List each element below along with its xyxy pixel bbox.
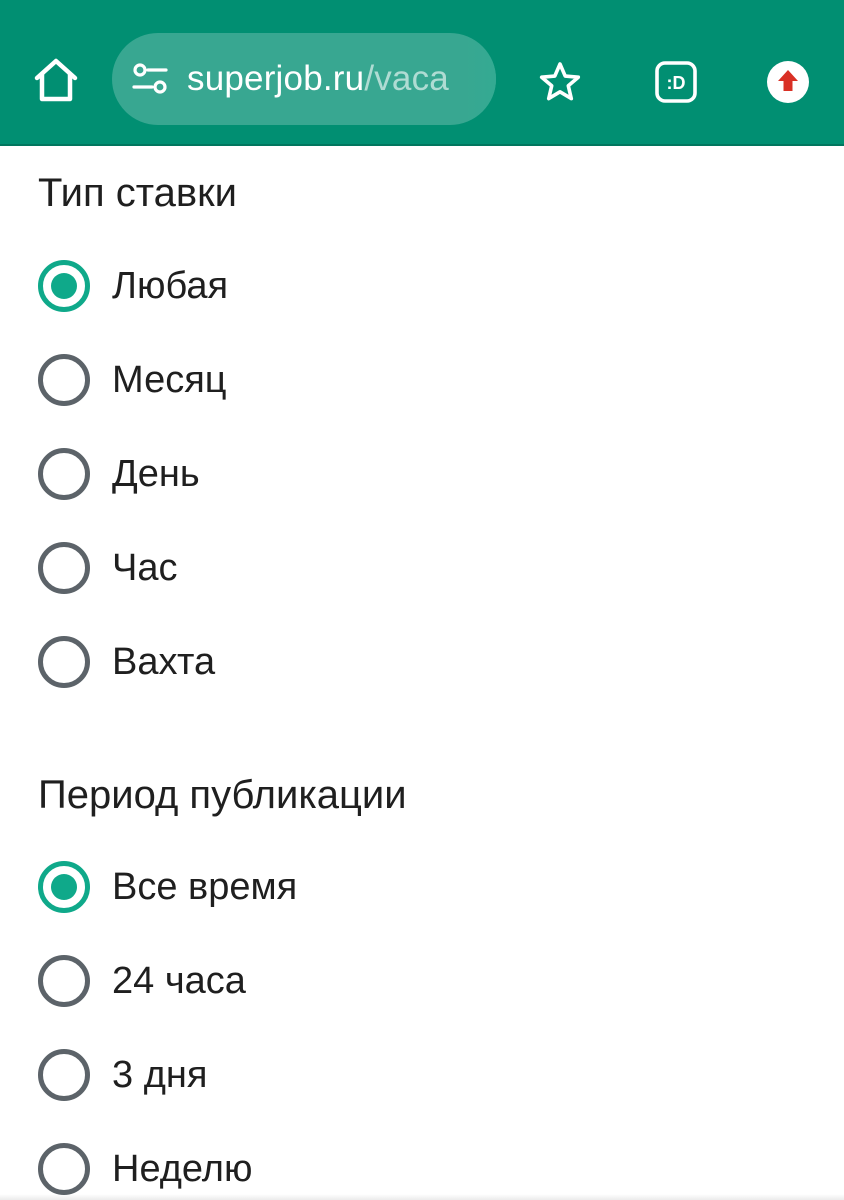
option-label: Неделю: [112, 1147, 253, 1190]
url-host: superjob.ru: [187, 59, 365, 98]
option-label: Все время: [112, 865, 298, 908]
url-text: superjob.ru/vaca: [187, 59, 449, 99]
radio-unchecked[interactable]: [38, 636, 90, 688]
extension-face-icon: :D: [655, 61, 697, 103]
home-button[interactable]: [28, 52, 84, 108]
period-option-24h[interactable]: 24 часа: [38, 951, 638, 1011]
radio-dot: [51, 273, 77, 299]
radio-unchecked[interactable]: [38, 542, 90, 594]
rate-type-title: Тип ставки: [38, 171, 238, 215]
option-label: Час: [112, 546, 178, 589]
url-path: /vaca: [364, 59, 449, 98]
radio-unchecked[interactable]: [38, 448, 90, 500]
tune-icon[interactable]: [130, 59, 170, 99]
update-button[interactable]: [760, 54, 816, 110]
rate-option-month[interactable]: Месяц: [38, 350, 638, 410]
bookmark-button[interactable]: [532, 54, 588, 110]
browser-toolbar: superjob.ru/vaca :D: [0, 0, 844, 146]
extension-button[interactable]: :D: [648, 54, 704, 110]
publication-period-title: Период публикации: [38, 773, 407, 817]
option-label: 24 часа: [112, 959, 246, 1002]
option-label: День: [112, 452, 200, 495]
home-icon: [34, 58, 78, 102]
radio-unchecked[interactable]: [38, 955, 90, 1007]
radio-checked[interactable]: [38, 260, 90, 312]
filters-panel: Тип ставки Любая Месяц День Час Вахта Пе…: [0, 148, 844, 1200]
period-option-all-time[interactable]: Все время: [38, 857, 638, 917]
radio-dot: [51, 874, 77, 900]
url-fade: [464, 33, 496, 125]
rate-option-day[interactable]: День: [38, 444, 638, 504]
rate-option-any[interactable]: Любая: [38, 256, 638, 316]
bottom-edge-shadow: [0, 1194, 844, 1200]
option-label: 3 дня: [112, 1053, 208, 1096]
extension-label: :D: [667, 73, 686, 93]
option-label: Месяц: [112, 358, 227, 401]
radio-unchecked[interactable]: [38, 1143, 90, 1195]
rate-option-hour[interactable]: Час: [38, 538, 638, 598]
update-arrow-icon: [767, 61, 809, 103]
rate-option-shift[interactable]: Вахта: [38, 632, 638, 692]
option-label: Вахта: [112, 640, 216, 683]
option-label: Любая: [112, 264, 229, 307]
radio-unchecked[interactable]: [38, 1049, 90, 1101]
address-bar[interactable]: superjob.ru/vaca: [112, 33, 496, 125]
radio-checked[interactable]: [38, 861, 90, 913]
period-option-3-days[interactable]: 3 дня: [38, 1045, 638, 1105]
period-option-week[interactable]: Неделю: [38, 1139, 638, 1199]
radio-unchecked[interactable]: [38, 354, 90, 406]
star-icon: [539, 62, 581, 101]
